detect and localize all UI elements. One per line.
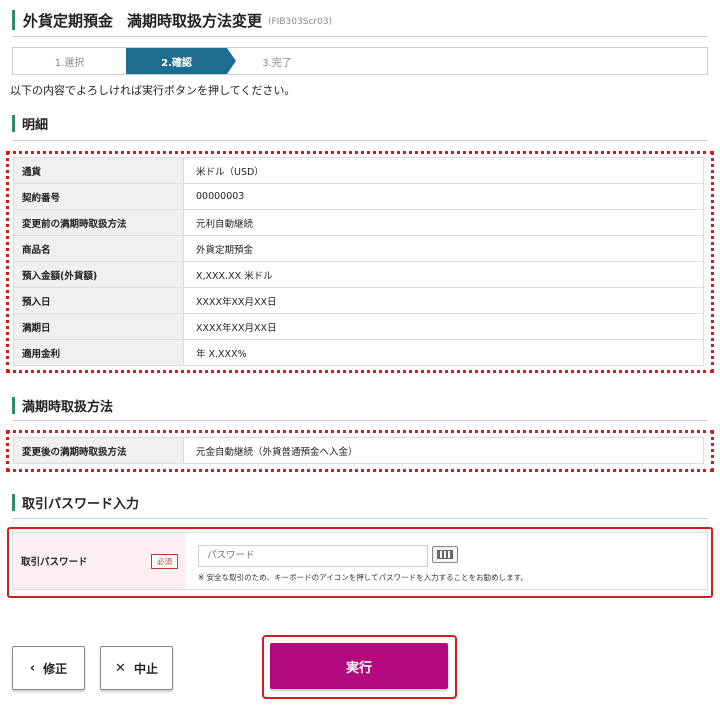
password-label-cell: 取引パスワード 必須: [13, 533, 186, 589]
step-indicator: 1.選択 2.確認 3.完了: [12, 47, 708, 75]
table-row: 適用金利年 X.XXX%: [13, 339, 704, 366]
table-row: 預入金額(外貨額) X,XXX.XX 米ドル: [13, 261, 704, 288]
password-divider: [12, 518, 708, 519]
close-icon: ✕: [115, 660, 126, 676]
detail-value: 米ドル（USD）: [183, 157, 704, 184]
detail-value: 年 X.XXX%: [183, 339, 704, 366]
page-title-sub: 満期時取扱方法変更: [127, 11, 263, 30]
chevron-left-icon: ‹: [29, 660, 36, 676]
details-table: 通貨 米ドル（USD） 契約番号 00000003 変更前の満期時取扱方法 元利自動継…: [13, 157, 704, 366]
detail-value: XXXX年XX月XX日: [183, 313, 704, 340]
table-row: 変更前の満期時取扱方法 元利自動継続: [13, 209, 704, 236]
page-title: 外貨定期預金 満期時取扱方法変更 (FIB303Scr03): [12, 10, 332, 30]
section-accent-bar: [12, 396, 15, 414]
details-heading-text: 明細: [22, 117, 49, 133]
execute-button-label: 実行: [345, 660, 372, 676]
intro-text: 以下の内容でよろしければ実行ボタンを押してください。: [10, 84, 296, 97]
back-button-label: 修正: [43, 661, 68, 676]
back-button[interactable]: ‹ 修正: [12, 646, 85, 690]
details-heading: 明細: [12, 114, 49, 133]
password-row: 取引パスワード 必須 ※ 安全な取引のため、キーボードのアイコンを押してパスワー…: [12, 532, 708, 590]
required-badge: 必須: [151, 553, 178, 569]
page-title-main: 外貨定期預金: [23, 11, 114, 30]
detail-label: 満期日: [13, 313, 184, 340]
execute-button[interactable]: 実行: [270, 643, 448, 689]
detail-label: 商品名: [13, 235, 184, 262]
table-row: 商品名 外貨定期預金: [13, 235, 704, 262]
detail-value: XXXX年XX月XX日: [183, 287, 704, 314]
maturity-divider: [12, 420, 708, 421]
step-confirm: 2.確認: [126, 48, 236, 74]
password-label: 取引パスワード: [21, 557, 88, 568]
maturity-label: 変更後の満期時取扱方法: [13, 437, 184, 464]
password-input[interactable]: [198, 544, 428, 567]
detail-label: 通貨: [13, 157, 184, 184]
section-accent-bar: [12, 493, 15, 511]
detail-label: 預入日: [13, 287, 184, 314]
table-row: 変更後の満期時取扱方法 元金自動継続（外貨普通預金へ入金）: [13, 437, 704, 464]
step-select: 1.選択: [54, 57, 85, 69]
keyboard-icon[interactable]: [432, 546, 458, 563]
table-row: 契約番号 00000003: [13, 183, 704, 210]
password-note: ※ 安全な取引のため、キーボードのアイコンを押してパスワードを入力することをお勧…: [198, 572, 528, 582]
password-heading-text: 取引パスワード入力: [22, 496, 140, 512]
password-body: ※ 安全な取引のため、キーボードのアイコンを押してパスワードを入力することをお勧…: [186, 533, 707, 589]
detail-label: 適用金利: [13, 339, 184, 366]
detail-value: 外貨定期預金: [183, 235, 704, 262]
maturity-heading: 満期時取扱方法: [12, 396, 114, 415]
table-row: 預入日 XXXX年XX月XX日: [13, 287, 704, 314]
section-accent-bar: [12, 114, 15, 132]
maturity-heading-text: 満期時取扱方法: [22, 399, 114, 415]
details-divider: [12, 140, 708, 141]
detail-value: 00000003: [183, 183, 704, 210]
title-divider: [12, 36, 708, 37]
table-row: 満期日 XXXX年XX月XX日: [13, 313, 704, 340]
detail-label: 預入金額(外貨額): [13, 261, 184, 288]
cancel-button[interactable]: ✕ 中止: [100, 646, 173, 690]
title-accent-bar: [12, 10, 15, 30]
step-complete: 3.完了: [262, 57, 292, 69]
detail-label: 契約番号: [13, 183, 184, 210]
maturity-table: 変更後の満期時取扱方法 元金自動継続（外貨普通預金へ入金）: [13, 437, 704, 464]
detail-value: X,XXX.XX 米ドル: [183, 261, 704, 288]
detail-label: 変更前の満期時取扱方法: [13, 209, 184, 236]
table-row: 通貨 米ドル（USD）: [13, 157, 704, 184]
detail-value: 元利自動継続: [183, 209, 704, 236]
cancel-button-label: 中止: [133, 661, 158, 676]
maturity-value: 元金自動継続（外貨普通預金へ入金）: [183, 437, 704, 464]
password-heading: 取引パスワード入力: [12, 493, 140, 512]
screen-code: (FIB303Scr03): [268, 16, 333, 27]
